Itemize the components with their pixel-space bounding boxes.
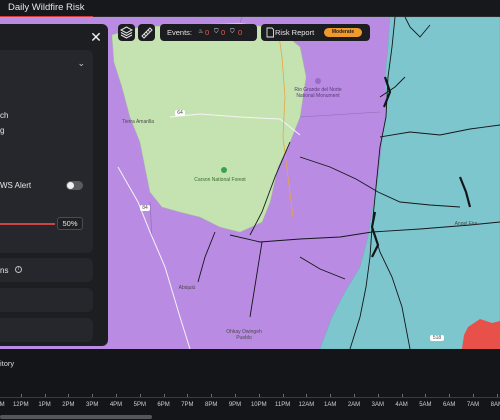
threshold-slider[interactable]	[0, 223, 55, 225]
label-rio-grande: Rio Grande del Norte National Monument	[294, 87, 342, 99]
tab-daily-wildfire-risk[interactable]: Daily Wildfire Risk	[0, 0, 93, 18]
section-1-label: ns	[0, 266, 9, 275]
timeline-hour-label[interactable]: 6AM	[443, 402, 455, 408]
monument-marker	[315, 78, 321, 84]
timeline-hour-label[interactable]: 12AM	[299, 402, 315, 408]
layers-button[interactable]	[118, 24, 135, 41]
timeline-tick	[187, 394, 189, 397]
timeline-hour-label[interactable]: 8PM	[205, 402, 217, 408]
timeline-tick	[235, 394, 236, 397]
timeline-hour-label[interactable]: 10PM	[251, 402, 267, 408]
timeline-hour-label[interactable]: 5AM	[419, 402, 431, 408]
fire-icon: ♨	[198, 29, 204, 35]
layer-item-2[interactable]: g	[0, 126, 4, 135]
layers-card: ⌄ ch g WS Alert 50%	[0, 50, 93, 253]
events-counter[interactable]: Events: ♨ 0 ⛉ 0 ⛉ 0	[160, 24, 257, 41]
timeline-tick	[68, 394, 70, 397]
section-card-1[interactable]: ns i	[0, 258, 93, 282]
timeline-tick	[116, 394, 117, 397]
label-carson-forest: Carson National Forest	[194, 177, 246, 183]
label-tierra-amarilla: Tierra Amarilla	[121, 119, 155, 125]
info-icon[interactable]: i	[15, 266, 22, 273]
timeline-hour-label[interactable]: 11AM	[0, 402, 5, 408]
timeline-tick	[377, 394, 379, 397]
event-count-2: 0	[221, 28, 226, 37]
timeline-hour-label[interactable]: 1PM	[38, 402, 50, 408]
risk-report-label: Risk Report	[275, 28, 315, 37]
toggle-knob	[67, 182, 74, 189]
event-count-1: 0	[205, 28, 210, 37]
timeline-hour-label[interactable]: 2AM	[348, 402, 360, 408]
layers-icon	[119, 26, 134, 39]
shield-icon: ⛉	[214, 29, 219, 35]
timeline-axis	[0, 397, 500, 398]
label-angel-fire: Angel Fire	[454, 221, 478, 227]
risk-level-badge: Moderate	[324, 28, 362, 37]
timeline-hour-label[interactable]: 12PM	[13, 402, 29, 408]
timeline-hour-label[interactable]: 3AM	[372, 402, 384, 408]
measure-button[interactable]	[138, 24, 155, 41]
timeline-tick	[354, 394, 355, 397]
timeline-hour-label[interactable]: 4PM	[110, 402, 122, 408]
timeline-hour-label[interactable]: 2PM	[62, 402, 74, 408]
events-label: Events:	[167, 28, 193, 37]
report-icon	[266, 27, 274, 38]
timeline-hour-label[interactable]: 3PM	[86, 402, 98, 408]
layers-panel: ✕ ⌄ ch g WS Alert 50% ns i	[0, 24, 108, 346]
timeline-tick	[425, 394, 427, 397]
alert-icon: ⛉	[230, 29, 235, 35]
timeline-hour-label[interactable]: 8AM	[491, 402, 500, 408]
tab-bar: Daily Wildfire Risk	[0, 0, 500, 18]
label-route-518: 518	[430, 335, 444, 341]
close-panel-button[interactable]: ✕	[88, 29, 104, 45]
event-count-3: 0	[238, 28, 243, 37]
timeline-scrollbar[interactable]	[0, 415, 152, 419]
nws-alert-label: WS Alert	[0, 181, 32, 190]
timeline-tick	[282, 394, 284, 397]
timeline-tick	[44, 394, 46, 397]
threshold-value: 50%	[62, 219, 78, 228]
label-route-64: 64	[175, 110, 185, 116]
timeline-tick	[306, 394, 308, 397]
section-card-2[interactable]	[0, 288, 93, 312]
section-card-3[interactable]	[0, 318, 93, 342]
nws-alert-toggle[interactable]	[66, 181, 83, 190]
timeline-tick	[211, 394, 213, 397]
timeline-tick	[330, 394, 332, 397]
timeline-tick	[473, 394, 474, 397]
timeline-hour-label[interactable]: 6PM	[157, 402, 169, 408]
label-ohkay-owingeh: Ohkay Owingeh Pueblo	[226, 329, 262, 341]
timeline-tick	[139, 394, 141, 397]
history-timeline: itory 11AM 12PM 1PM 2PM 3PM 4PM 5PM 6PM 7PM 8PM 9P…	[0, 349, 500, 420]
layer-item-1[interactable]: ch	[0, 111, 8, 120]
timeline-tick	[163, 394, 165, 397]
timeline-hour-label[interactable]: 11PM	[275, 402, 290, 408]
timeline-hour-label[interactable]: 1AM	[324, 402, 336, 408]
label-abiquiu: Abiquiú	[178, 285, 196, 291]
high-risk-zone	[319, 17, 500, 349]
forest-marker	[221, 167, 227, 173]
timeline-title: itory	[0, 359, 15, 368]
timeline-tick	[401, 394, 403, 397]
app-window: Daily Wildfire Risk Carson National Fore…	[0, 0, 500, 420]
timeline-tick	[449, 394, 451, 397]
threshold-input[interactable]: 50%	[57, 217, 83, 230]
risk-report-button[interactable]: Risk Report Moderate	[261, 24, 370, 41]
timeline-tick	[496, 394, 498, 397]
timeline-tick	[20, 394, 22, 397]
timeline-tick	[258, 394, 260, 397]
timeline-hour-label[interactable]: 5PM	[134, 402, 146, 408]
ruler-icon	[141, 27, 153, 39]
close-icon: ✕	[90, 29, 102, 45]
timeline-hour-label[interactable]: 7AM	[467, 402, 479, 408]
timeline-hour-label[interactable]: 9PM	[229, 402, 241, 408]
tab-label: Daily Wildfire Risk	[8, 2, 85, 13]
timeline-hour-label[interactable]: 4AM	[395, 402, 407, 408]
label-route-84: 84	[140, 205, 150, 211]
chevron-down-icon[interactable]: ⌄	[77, 58, 85, 69]
timeline-hour-label[interactable]: 7PM	[181, 402, 193, 408]
timeline-tick	[92, 394, 94, 397]
low-risk-zone	[111, 22, 307, 233]
